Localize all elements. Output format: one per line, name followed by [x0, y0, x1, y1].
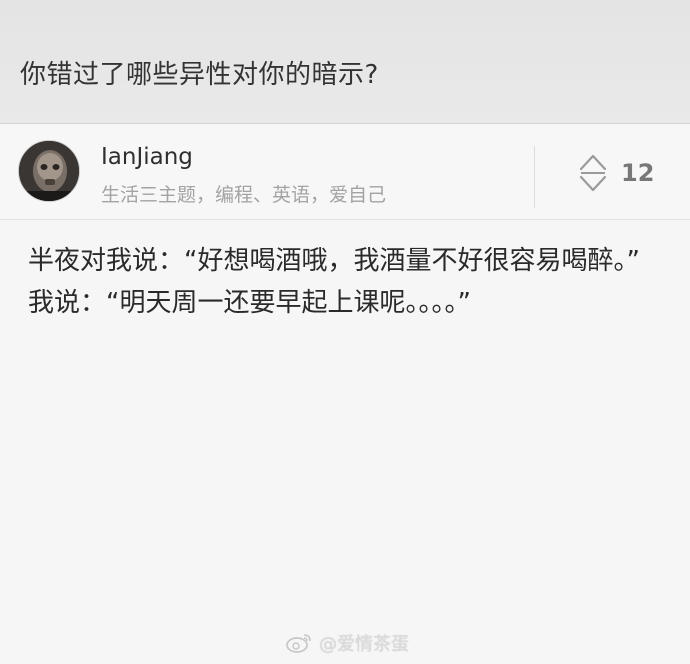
watermark-text: @爱情茶蛋 — [319, 634, 409, 655]
author-name[interactable]: IanJiang — [101, 144, 193, 170]
vote-count: 12 — [621, 159, 655, 187]
answer-page: 你错过了哪些异性对你的暗示? IanJiang 生活三主题，编程、英语，爱自己 — [0, 0, 690, 664]
question-header: 你错过了哪些异性对你的暗示? — [0, 0, 690, 124]
updown-arrow-icon[interactable] — [578, 152, 608, 194]
author-bar: IanJiang 生活三主题，编程、英语，爱自己 12 — [0, 124, 690, 220]
answer-line: 我说：“明天周一还要早起上课呢。。。。” — [28, 288, 471, 318]
answer-body: 半夜对我说：“好想喝酒哦，我酒量不好很容易喝醉。” 我说：“明天周一还要早起上课… — [28, 240, 658, 324]
author-bio: 生活三主题，编程、英语，爱自己 — [101, 184, 387, 206]
watermark: @爱情茶蛋 — [285, 630, 409, 656]
avatar[interactable] — [18, 140, 80, 202]
avatar-image — [19, 141, 79, 201]
vote-divider — [534, 146, 535, 208]
weibo-icon — [286, 634, 311, 653]
question-title[interactable]: 你错过了哪些异性对你的暗示? — [20, 54, 379, 91]
answer-line: 半夜对我说：“好想喝酒哦，我酒量不好很容易喝醉。” — [28, 246, 640, 276]
